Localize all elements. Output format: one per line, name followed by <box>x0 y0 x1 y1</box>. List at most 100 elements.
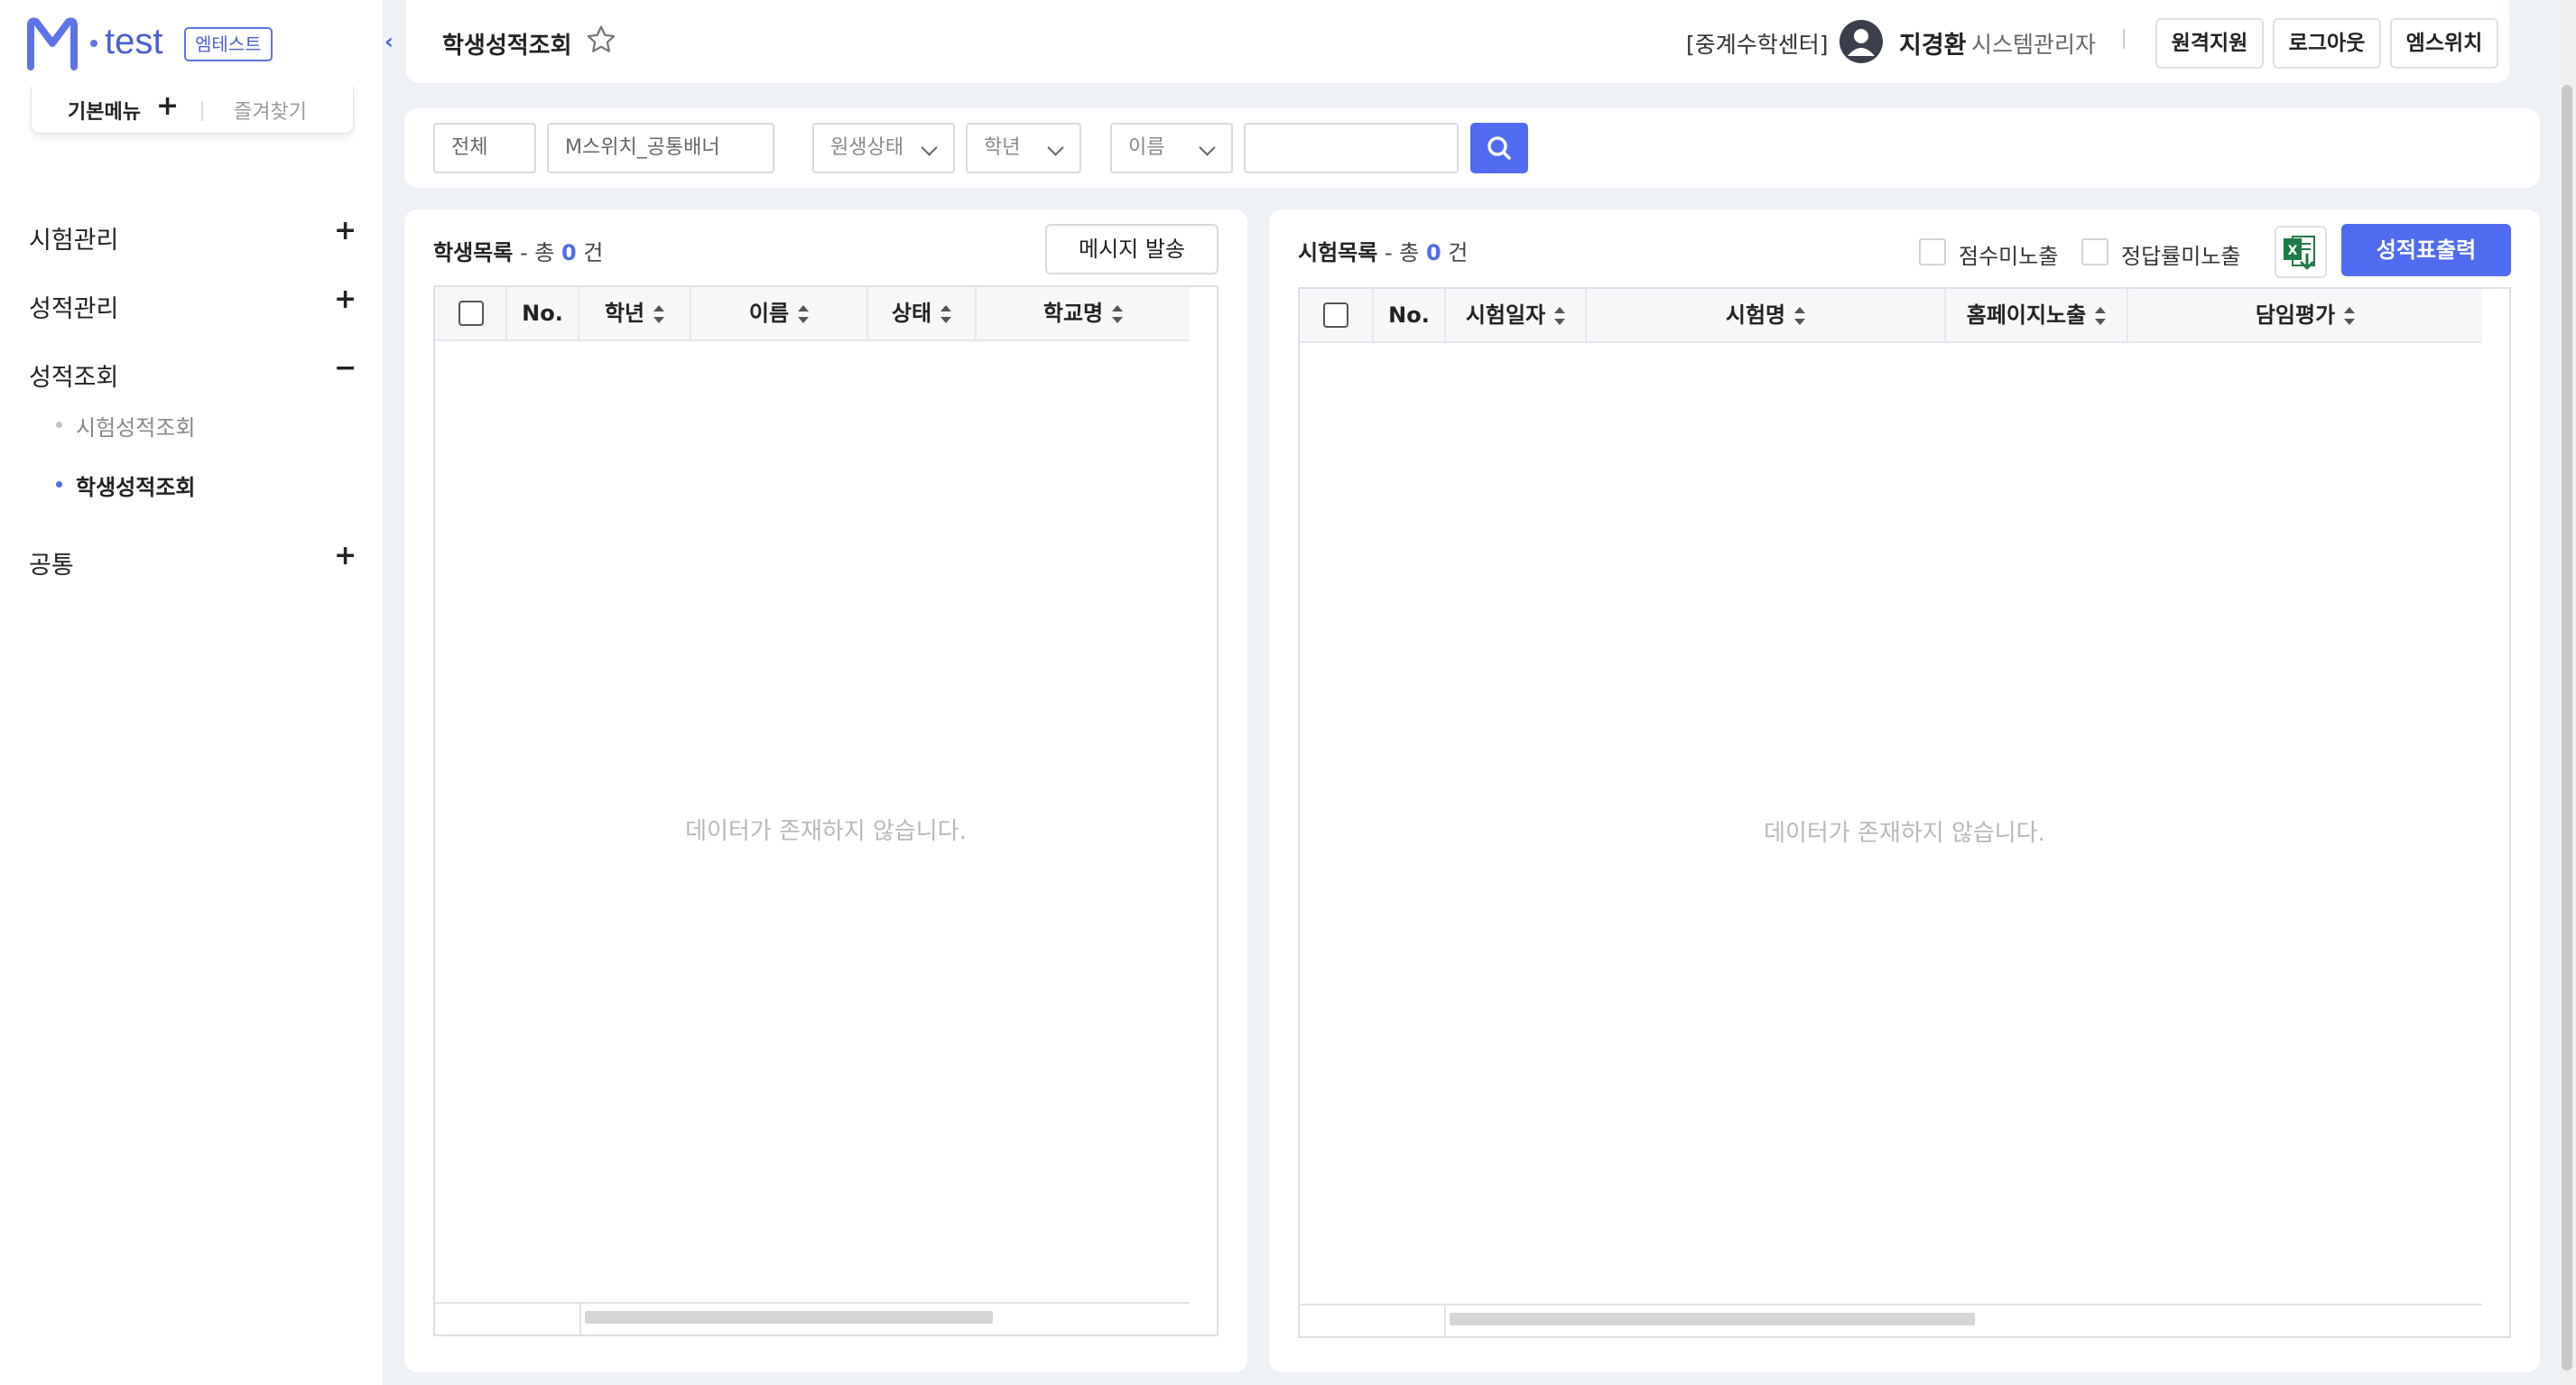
th-status[interactable]: 상태 <box>868 287 977 339</box>
bullet-icon <box>56 481 62 488</box>
print-report-button[interactable]: 성적표출력 <box>2341 224 2511 276</box>
logout-button[interactable]: 로그아웃 <box>2273 18 2381 69</box>
expand-plus-icon[interactable]: + <box>334 215 357 246</box>
horizontal-scrollbar[interactable] <box>585 1311 993 1324</box>
plus-icon[interactable]: + <box>156 90 179 122</box>
th-name-label: 이름 <box>748 301 790 326</box>
mswitch-button[interactable]: 엠스위치 <box>2390 18 2498 69</box>
student-list-title: 학생목록 <box>433 240 514 265</box>
header-divider <box>2123 29 2125 49</box>
sidebar-item-common[interactable]: 공통 <box>29 545 74 581</box>
horizontal-scrollbar[interactable] <box>1450 1313 1975 1325</box>
app-name: test <box>105 22 163 61</box>
exam-count: 0 <box>1425 240 1441 265</box>
user-role: 시스템관리자 <box>1971 32 2097 58</box>
search-field-select[interactable]: 이름 <box>1110 123 1233 173</box>
search-input[interactable] <box>1244 123 1459 173</box>
search-icon <box>1487 136 1511 160</box>
th-grade-label: 학년 <box>604 301 645 326</box>
excel-icon: X <box>2284 236 2315 270</box>
expand-plus-icon[interactable]: + <box>334 284 357 315</box>
student-table: No. 학년 이름 상태 학교명 데이터가 존재하지 않습니다. <box>433 285 1219 1336</box>
student-empty-message: 데이터가 존재하지 않습니다. <box>685 818 967 845</box>
exam-table-header: No. 시험일자 시험명 홈페이지노출 담임평가 <box>1300 289 2482 343</box>
exam-list-title: 시험목록 <box>1298 240 1378 265</box>
center-name: [중계수학센터] <box>1686 32 1829 58</box>
scope-field[interactable]: 전체 <box>433 123 536 173</box>
tab-basic-menu[interactable]: 기본메뉴 <box>68 96 141 125</box>
student-table-footer <box>435 1302 1190 1334</box>
sidebar-item-grade-inquiry[interactable]: 성적조회 <box>29 358 118 393</box>
th-no: No. <box>1374 289 1446 341</box>
collapse-minus-icon[interactable]: − <box>334 352 357 384</box>
th-teacher-eval[interactable]: 담임평가 <box>2128 289 2482 341</box>
filter-bar: 전체 M스위치_공통배너 원생상태 학년 이름 <box>404 108 2540 188</box>
collapse-sidebar-chevron-icon[interactable]: ‹ <box>385 29 408 56</box>
student-table-header: No. 학년 이름 상태 학교명 <box>435 287 1190 341</box>
hide-score-label: 점수미노출 <box>1959 244 2059 269</box>
th-homepage-visible[interactable]: 홈페이지노출 <box>1946 289 2128 341</box>
sort-icon[interactable] <box>1554 307 1566 325</box>
send-message-button[interactable]: 메시지 발송 <box>1045 224 1219 274</box>
svg-text:X: X <box>2288 244 2298 258</box>
hide-score-checkbox[interactable] <box>1919 238 1946 265</box>
sort-icon[interactable] <box>798 305 810 323</box>
avatar-icon <box>1839 20 1883 63</box>
th-homepage-visible-label: 홈페이지노출 <box>1966 302 2087 328</box>
th-no: No. <box>507 287 579 339</box>
th-exam-date[interactable]: 시험일자 <box>1446 289 1587 341</box>
bullet-icon <box>56 422 62 428</box>
tab-divider <box>201 101 203 121</box>
sidebar-subitem-student-grades[interactable]: 학생성적조회 <box>76 469 195 501</box>
th-exam-name[interactable]: 시험명 <box>1587 289 1946 341</box>
total-suffix: 건 <box>1441 240 1469 265</box>
sort-icon[interactable] <box>1794 307 1806 325</box>
th-select-all <box>1300 289 1374 341</box>
select-all-checkbox[interactable] <box>1323 302 1348 328</box>
th-status-label: 상태 <box>891 301 932 326</box>
tab-favorites[interactable]: 즐겨찾기 <box>234 96 307 125</box>
student-status-select[interactable]: 원생상태 <box>812 123 955 173</box>
th-name[interactable]: 이름 <box>691 287 868 339</box>
th-exam-name-label: 시험명 <box>1725 302 1786 328</box>
hide-accuracy-label: 정답률미노출 <box>2121 244 2241 269</box>
sort-icon[interactable] <box>2344 307 2356 325</box>
student-count: 0 <box>561 240 577 265</box>
sort-icon[interactable] <box>941 305 952 323</box>
sort-icon[interactable] <box>653 305 665 323</box>
select-all-checkbox[interactable] <box>459 301 484 326</box>
student-panel-header: 학생목록 - 총 0 건 <box>433 235 603 266</box>
page-scrollbar-thumb[interactable] <box>2562 85 2572 1371</box>
exam-table: No. 시험일자 시험명 홈페이지노출 담임평가 데이터가 존재하지 않습니다. <box>1298 287 2511 1338</box>
hide-accuracy-checkbox[interactable] <box>2081 238 2108 265</box>
remote-support-button[interactable]: 원격지원 <box>2155 18 2264 69</box>
user-name: 지경환 <box>1899 32 1967 60</box>
th-school-label: 학교명 <box>1042 301 1104 326</box>
sidebar-subitem-exam-grades[interactable]: 시험성적조회 <box>76 410 195 442</box>
logo-dot <box>90 40 97 47</box>
menu-tabs: 기본메뉴 + 즐겨찾기 <box>31 87 354 134</box>
th-school[interactable]: 학교명 <box>977 287 1190 339</box>
expand-plus-icon[interactable]: + <box>334 540 357 572</box>
sidebar-item-grade-management[interactable]: 성적관리 <box>29 289 118 324</box>
student-list-panel: 학생목록 - 총 0 건 메시지 발송 No. 학년 이름 상태 학교명 데이터… <box>404 209 1247 1372</box>
search-button[interactable] <box>1470 123 1528 173</box>
exam-list-panel: 시험목록 - 총 0 건 점수미노출 정답률미노출 X 성적표출력 No. 시험… <box>1269 209 2540 1372</box>
top-header: 학생성적조회 [중계수학센터] 지경환 시스템관리자 원격지원 로그아웃 엠스위… <box>406 0 2509 83</box>
favorite-star-icon[interactable] <box>585 23 617 56</box>
exam-table-footer <box>1300 1304 2482 1336</box>
app-badge: 엠테스트 <box>184 27 273 61</box>
page-title: 학생성적조회 <box>442 33 572 60</box>
footer-divider <box>579 1304 581 1334</box>
class-field[interactable]: M스위치_공통배너 <box>547 123 774 173</box>
sidebar-item-exam-management[interactable]: 시험관리 <box>29 220 118 256</box>
th-grade[interactable]: 학년 <box>579 287 691 339</box>
m-logo-icon <box>27 17 78 70</box>
total-suffix: 건 <box>576 240 604 265</box>
th-no-label: No. <box>1388 302 1430 328</box>
excel-download-button[interactable]: X <box>2275 226 2327 278</box>
th-select-all <box>435 287 507 339</box>
sort-icon[interactable] <box>1112 305 1124 323</box>
sort-icon[interactable] <box>2095 307 2107 325</box>
grade-select[interactable]: 학년 <box>966 123 1081 173</box>
